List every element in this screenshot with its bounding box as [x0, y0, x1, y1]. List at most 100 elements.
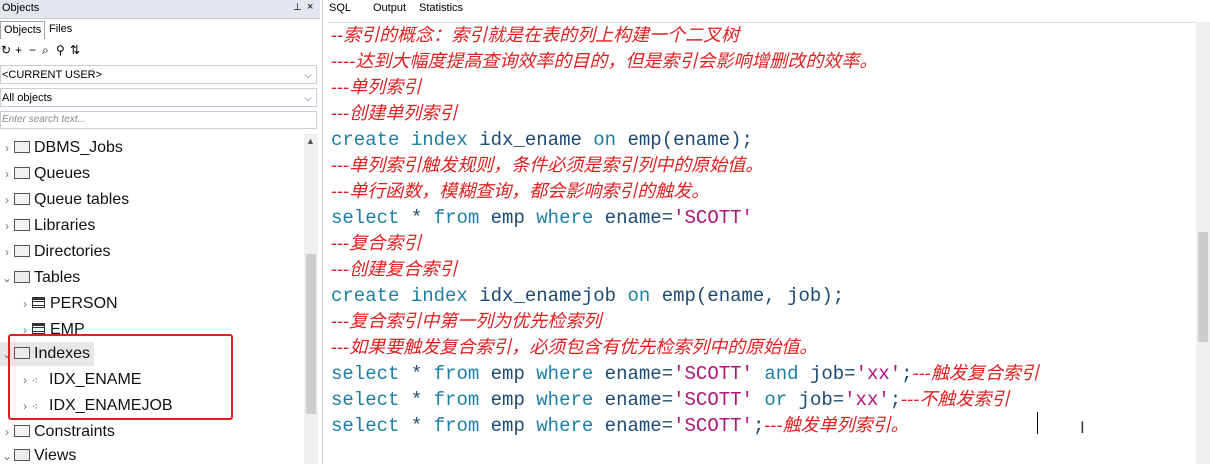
chevron-right-icon[interactable]: › — [0, 214, 14, 238]
code-line: ---创建单列索引 — [331, 101, 457, 127]
keyword: on — [581, 129, 628, 151]
tree-node-label: Views — [34, 447, 77, 464]
chevron-down-icon[interactable]: ⌄ — [0, 266, 14, 290]
keyword: select — [331, 363, 400, 385]
tree-node-label: PERSON — [50, 295, 118, 312]
ibeam-cursor-icon: I — [1080, 418, 1085, 437]
scroll-up-icon[interactable]: ▲ — [306, 136, 315, 146]
keyword: select — [331, 389, 400, 411]
annotation-highlight-box — [8, 334, 233, 420]
scope-select[interactable]: All objects ⌵ — [0, 88, 317, 107]
comment: ---创建复合索引 — [331, 259, 458, 280]
add-icon[interactable]: + — [15, 43, 22, 57]
tree-node-person[interactable]: › PERSON — [18, 292, 118, 316]
tree-node-directories[interactable]: › Directories — [0, 240, 110, 264]
user-select[interactable]: <CURRENT USER> ⌵ — [0, 65, 317, 84]
refresh-icon[interactable]: ↻ — [1, 43, 11, 57]
identifier: job= — [798, 389, 845, 411]
tree-node-queue-tables[interactable]: › Queue tables — [0, 188, 129, 212]
identifier: idx_ename — [479, 129, 582, 151]
code-line: ---单列索引触发规则，条件必须是索引列中的原始值。 — [331, 153, 763, 179]
folder-icon — [14, 218, 30, 231]
tree-node-tables[interactable]: ⌄ Tables — [0, 266, 80, 290]
tree-node-label: Tables — [34, 269, 81, 286]
tree-node-label: Directories — [34, 243, 111, 260]
chevron-down-icon: ⌵ — [304, 70, 312, 81]
comment: ---复合索引 — [331, 233, 422, 254]
code-line: ---单行函数，模糊查询，都会影响索引的触发。 — [331, 179, 709, 205]
scrollbar-thumb[interactable] — [306, 254, 316, 414]
comment: --索引的概念：索引就是在表的列上构建一个二叉树 — [331, 25, 740, 46]
chevron-right-icon[interactable]: › — [18, 292, 32, 316]
code-line: ---复合索引 — [331, 231, 421, 257]
tab-files[interactable]: Files — [46, 21, 75, 38]
keyword: and — [752, 363, 810, 385]
chevron-down-icon[interactable]: ⌄ — [0, 444, 14, 464]
identifier: * — [399, 415, 434, 437]
folder-icon — [14, 166, 30, 179]
string-literal: 'xx' — [844, 389, 890, 411]
tree-node-libraries[interactable]: › Libraries — [0, 214, 95, 238]
pin-icon[interactable]: ⊥ — [293, 2, 302, 13]
string-literal: 'SCOTT' — [673, 415, 753, 437]
tree-node-queues[interactable]: › Queues — [0, 162, 90, 186]
editor-scrollbar[interactable] — [1196, 22, 1210, 464]
chevron-right-icon[interactable]: › — [0, 162, 14, 186]
identifier: idx_enamejob — [479, 285, 617, 307]
identifier: ename= — [593, 415, 674, 437]
code-line: ---如果要触发复合索引，必须包含有优先检索列中的原始值。 — [331, 335, 817, 361]
tree-node-views[interactable]: ⌄ Views — [0, 444, 76, 464]
keyword: from — [433, 207, 480, 229]
comment: ---创建单列索引 — [331, 103, 458, 124]
chevron-right-icon[interactable]: › — [0, 420, 14, 444]
chevron-right-icon[interactable]: › — [0, 188, 14, 212]
keyword: where — [536, 207, 594, 229]
tree-node-label: Queues — [34, 165, 91, 182]
tree-node-constraints[interactable]: › Constraints — [0, 420, 115, 444]
tab-sql[interactable]: SQL — [329, 2, 351, 14]
chevron-right-icon[interactable]: › — [0, 136, 14, 160]
comment: ---复合索引中第一列为优先检索列 — [331, 311, 602, 332]
table-icon — [32, 297, 45, 309]
sql-editor[interactable]: --索引的概念：索引就是在表的列上构建一个二叉树 ----达到大幅度提高查询效率… — [328, 22, 1208, 465]
tree-scrollbar[interactable]: ▲ — [304, 134, 318, 464]
remove-icon[interactable]: − — [29, 43, 36, 57]
tab-objects[interactable]: Objects — [0, 21, 46, 39]
keyword: create — [331, 129, 400, 151]
code-line: create index idx_ename on emp(ename); — [331, 127, 753, 153]
comment: ---如果要触发复合索引，必须包含有优先检索列中的原始值。 — [331, 337, 818, 358]
comment: ----达到大幅度提高查询效率的目的，但是索引会影响增删改的效率。 — [331, 51, 878, 72]
string-literal: 'xx' — [855, 363, 902, 385]
tree-node-label: Libraries — [34, 217, 96, 234]
tab-output[interactable]: Output — [373, 2, 406, 14]
find-icon[interactable]: ⌕ — [42, 43, 49, 58]
keyword: from — [433, 389, 480, 411]
comment: ---单行函数，模糊查询，都会影响索引的触发。 — [331, 181, 710, 202]
identifier: ename= — [593, 363, 674, 385]
search-input[interactable]: Enter search text... — [0, 111, 317, 129]
tree-node-dbms-jobs[interactable]: › DBMS_Jobs — [0, 136, 123, 160]
keyword: index — [399, 129, 480, 151]
object-browser-panel: Objects ⊥ × Objects Files ↻ + − ⌕ ⚲ ⇅ <C… — [0, 0, 320, 464]
chevron-right-icon[interactable]: › — [0, 240, 14, 264]
tab-statistics[interactable]: Statistics — [419, 2, 463, 14]
folder-icon — [14, 244, 30, 257]
comment: ---触发复合索引 — [912, 363, 1039, 384]
user-select-value: <CURRENT USER> — [2, 69, 103, 81]
filter-icon[interactable]: ⚲ — [56, 43, 65, 57]
close-icon[interactable]: × — [307, 1, 313, 13]
identifier: * — [399, 207, 434, 229]
editor-tabs: SQL Output Statistics — [323, 0, 1210, 20]
scrollbar-thumb[interactable] — [1198, 232, 1208, 342]
sort-icon[interactable]: ⇅ — [70, 43, 80, 57]
identifier: ename= — [593, 389, 674, 411]
code-line: create index idx_enamejob on emp(ename, … — [331, 283, 844, 309]
code-line: ---单列索引 — [331, 75, 421, 101]
comment: ---不触发索引 — [901, 389, 1010, 410]
keyword: create — [331, 285, 400, 307]
keyword: from — [433, 363, 480, 385]
keyword: where — [536, 363, 594, 385]
string-literal: 'SCOTT' — [673, 363, 753, 385]
identifier: emp — [479, 207, 537, 229]
panel-title: Objects — [2, 2, 40, 14]
